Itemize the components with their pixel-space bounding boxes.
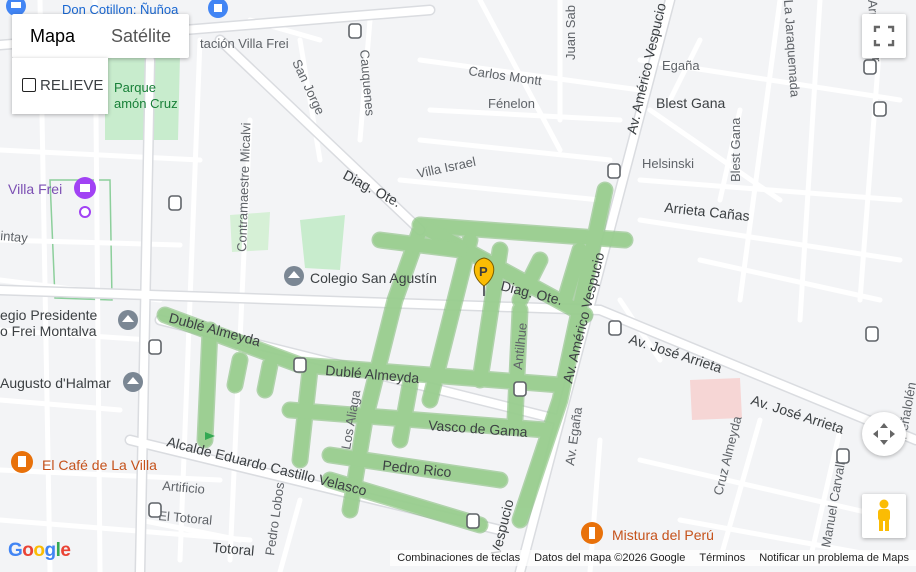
bus-stop-icon[interactable] (168, 195, 182, 211)
street-label: Juan Sab (563, 5, 578, 60)
school-icon[interactable] (123, 372, 143, 392)
marker-letter: P (479, 264, 488, 279)
museum-icon[interactable] (74, 177, 96, 199)
bus-stop-icon[interactable] (513, 381, 527, 397)
fullscreen-icon (873, 25, 895, 47)
camera-control-button[interactable] (862, 412, 906, 456)
poi-label[interactable]: Mistura del Perú (612, 527, 714, 543)
street-label: Villa Israel (416, 154, 478, 181)
poi-label[interactable]: El Café de La Villa (42, 457, 157, 473)
map-footer: Combinaciones de teclas Datos del mapa ©… (390, 550, 916, 566)
street-label: Pedro Rico (382, 457, 453, 480)
map-base-layer[interactable]: Carlos Montt Egaña Blest Gana Fénelon He… (0, 0, 916, 572)
bus-stop-icon[interactable] (293, 357, 307, 373)
restaurant-icon[interactable] (11, 451, 33, 473)
bus-stop-icon[interactable] (466, 513, 480, 529)
street-label: Arrieta Cañas (664, 199, 751, 224)
poi-label[interactable]: o Frei Montalva (0, 323, 97, 339)
street-label: Diag. Ote. (341, 167, 404, 211)
report-problem-link[interactable]: Notificar un problema de Maps (752, 550, 916, 566)
bus-stop-icon[interactable] (608, 320, 622, 336)
hospital-area (690, 378, 742, 420)
map-data-attribution: Datos del mapa ©2026 Google (527, 550, 693, 566)
restaurant-icon[interactable] (581, 522, 603, 544)
street-label: Blest Gana (728, 117, 743, 182)
map-canvas[interactable]: Carlos Montt Egaña Blest Gana Fénelon He… (0, 0, 916, 572)
keyboard-shortcuts-link[interactable]: Combinaciones de teclas (390, 550, 528, 566)
pegman-button[interactable] (862, 494, 906, 538)
terrain-checkbox[interactable] (22, 78, 36, 92)
bus-stop-icon[interactable] (873, 101, 887, 117)
bus-stop-icon[interactable] (148, 502, 162, 518)
bus-stop-icon[interactable] (863, 59, 877, 75)
terrain-toggle[interactable]: RELIEVE (12, 58, 108, 114)
street-label: intay (0, 228, 29, 245)
camera-control-icon (873, 423, 895, 445)
street-label: Egaña (662, 58, 700, 73)
shopping-icon[interactable] (208, 0, 228, 18)
map-type-control: Mapa Satélite (12, 14, 190, 58)
bus-stop-icon[interactable] (865, 326, 879, 342)
terms-link[interactable]: Términos (692, 550, 753, 566)
park-area (300, 215, 345, 270)
street-label: Totoral (212, 539, 255, 559)
street-label: Pedro Lobos (262, 481, 287, 557)
bus-stop-icon[interactable] (836, 448, 850, 464)
pegman-icon (878, 499, 890, 531)
terrain-label: RELIEVE (40, 77, 104, 94)
poi-label[interactable]: Colegio San Agustín (310, 270, 437, 286)
poi-label[interactable]: Villa Frei (8, 181, 62, 197)
fullscreen-button[interactable] (862, 14, 906, 58)
street-label: Av. José Arrieta (749, 392, 846, 437)
google-logo: Google (8, 540, 71, 561)
poi-label[interactable]: egio Presidente (0, 307, 98, 323)
street-label: Helsinski (642, 156, 694, 171)
bus-stop-icon[interactable] (607, 163, 621, 179)
poi-label[interactable]: Parque (114, 80, 156, 95)
map-type-map-button[interactable]: Mapa (12, 14, 93, 58)
poi-label[interactable]: Augusto d'Halmar (0, 375, 111, 391)
map-type-satellite-button[interactable]: Satélite (93, 14, 189, 58)
bus-stop-icon[interactable] (148, 339, 162, 355)
street-label: Blest Gana (656, 95, 725, 111)
poi-label[interactable]: amón Cruz (114, 96, 178, 111)
poi-label[interactable]: tación Villa Frei (200, 36, 289, 51)
street-label: Fénelon (488, 96, 535, 111)
museum-dot-icon (79, 206, 91, 218)
street-label: Artificio (162, 478, 206, 497)
school-icon[interactable] (118, 310, 138, 330)
bus-stop-icon[interactable] (348, 23, 362, 39)
school-icon[interactable] (284, 266, 304, 286)
street-label: Carlos Montt (468, 63, 543, 88)
street-label: Cauquenes (357, 49, 378, 117)
